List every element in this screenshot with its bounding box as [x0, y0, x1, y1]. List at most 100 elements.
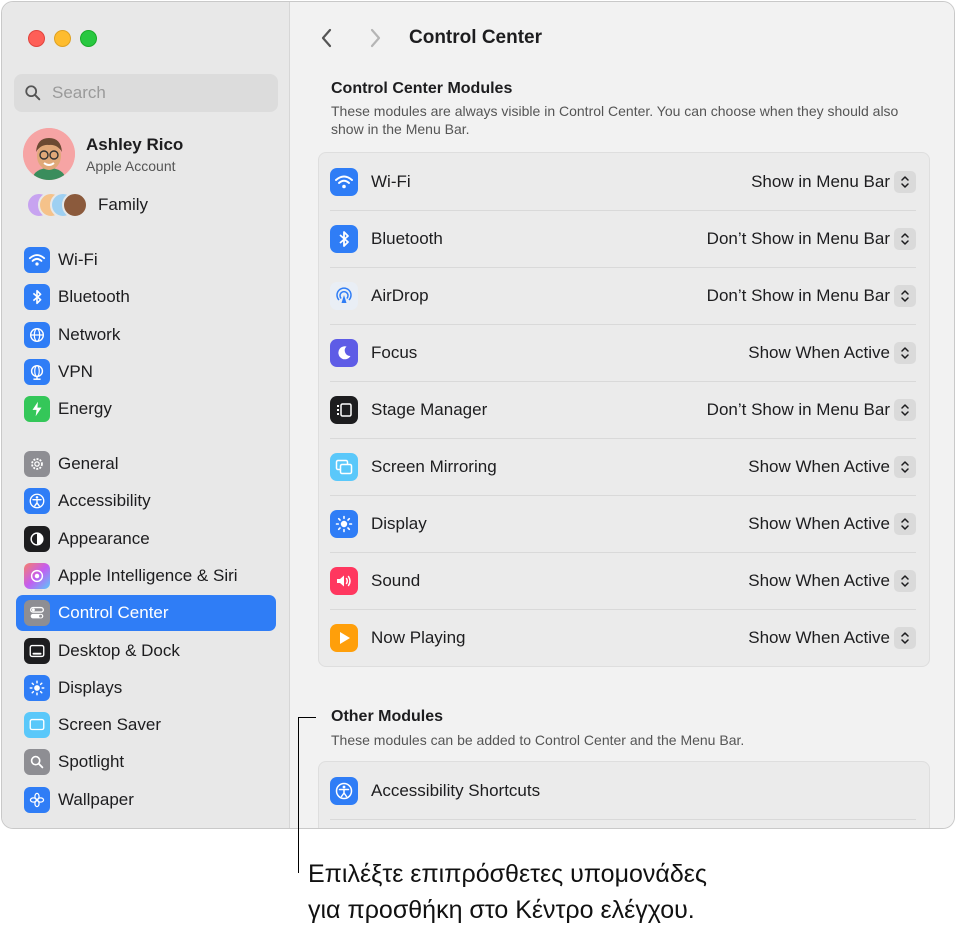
back-button[interactable]: [309, 20, 345, 56]
sidebar-item-bluetooth[interactable]: Bluetooth: [16, 279, 276, 315]
module-label: Bluetooth: [371, 228, 443, 248]
window-controls: [28, 30, 97, 47]
menu-bar-option-popup[interactable]: Show When Active: [748, 341, 916, 364]
module-label: Screen Mirroring: [371, 456, 497, 476]
siri-icon: [24, 563, 50, 589]
module-row-sound: Sound Show When Active: [330, 552, 916, 609]
menu-bar-option-popup[interactable]: Show When Active: [748, 626, 916, 649]
search-icon: [25, 85, 41, 101]
account-subtitle: Apple Account: [86, 157, 176, 174]
module-label: Stage Manager: [371, 399, 488, 419]
callout-leader-tick: [298, 717, 316, 718]
menu-bar-option-popup[interactable]: Show When Active: [748, 569, 916, 592]
section-title: Other Modules: [331, 708, 444, 725]
sidebar-item-label: Appearance: [58, 529, 150, 548]
sidebar-item-label: Desktop & Dock: [58, 641, 180, 660]
sidebar-item-label: Accessibility: [58, 491, 151, 510]
account-name: Ashley Rico: [86, 134, 184, 154]
sidebar-item-desktop-dock[interactable]: Desktop & Dock: [16, 633, 276, 669]
apple-account[interactable]: Ashley Rico Apple Account: [23, 128, 183, 180]
menu-bar-option-popup[interactable]: Show in Menu Bar: [751, 170, 916, 193]
sidebar-item-label: Apple Intelligence & Siri: [58, 566, 238, 585]
section-description: These modules can be added to Control Ce…: [331, 732, 745, 748]
module-row-wifi: Wi-Fi Show in Menu Bar: [330, 153, 916, 210]
search-field[interactable]: Search: [14, 74, 278, 112]
accessibility-icon: [24, 488, 50, 514]
menu-bar-option-value: Don’t Show in Menu Bar: [706, 285, 890, 305]
sidebar-item-label: General: [58, 454, 119, 473]
avatar: [23, 128, 75, 180]
menu-bar-option-value: Show When Active: [748, 570, 890, 590]
chevron-updown-icon: [894, 626, 916, 649]
module-row-bluetooth: Bluetooth Don’t Show in Menu Bar: [330, 210, 916, 267]
section-title: Control Center Modules: [331, 80, 513, 97]
bluetooth-icon: [330, 224, 358, 253]
dock-icon: [24, 638, 50, 664]
module-label: Sound: [371, 570, 421, 590]
sidebar-item-label: Displays: [58, 678, 123, 697]
sidebar-item-spotlight[interactable]: Spotlight: [16, 744, 276, 780]
menu-bar-option-value: Show in Menu Bar: [751, 171, 890, 191]
module-row-focus: Focus Show When Active: [330, 324, 916, 381]
family-label: Family: [98, 195, 149, 214]
sidebar-item-label: Energy: [58, 399, 112, 418]
airdrop-icon: [330, 281, 358, 310]
chevron-updown-icon: [894, 341, 916, 364]
accessibility-icon: [330, 776, 358, 805]
sidebar-item-apple-intelligence-siri[interactable]: Apple Intelligence & Siri: [16, 558, 276, 594]
zoom-window-button[interactable]: [80, 30, 97, 47]
sidebar-item-label: Bluetooth: [58, 287, 130, 306]
sun-icon: [330, 509, 358, 538]
forward-button[interactable]: [357, 20, 393, 56]
chevron-updown-icon: [894, 512, 916, 535]
chevron-updown-icon: [894, 569, 916, 592]
globe-icon: [24, 322, 50, 348]
chevron-updown-icon: [894, 398, 916, 421]
page-title: Control Center: [409, 27, 542, 48]
sidebar-item-displays[interactable]: Displays: [16, 670, 276, 706]
sun-icon: [24, 675, 50, 701]
search-placeholder: Search: [52, 83, 106, 102]
sidebar-item-wifi[interactable]: Wi-Fi: [16, 242, 276, 278]
sidebar-item-general[interactable]: General: [16, 446, 276, 482]
close-window-button[interactable]: [28, 30, 45, 47]
sidebar-item-appearance[interactable]: Appearance: [16, 521, 276, 557]
screensaver-icon: [24, 712, 50, 738]
chevron-updown-icon: [894, 227, 916, 250]
menu-bar-option-value: Show When Active: [748, 342, 890, 362]
menu-bar-option-popup[interactable]: Don’t Show in Menu Bar: [706, 227, 916, 250]
flower-icon: [24, 787, 50, 813]
sidebar-item-energy[interactable]: Energy: [16, 391, 276, 427]
menu-bar-option-value: Don’t Show in Menu Bar: [706, 228, 890, 248]
sidebar-item-network[interactable]: Network: [16, 317, 276, 353]
family-item[interactable]: Family: [26, 192, 148, 218]
sidebar-item-accessibility[interactable]: Accessibility: [16, 483, 276, 519]
moon-icon: [330, 338, 358, 367]
sidebar-item-control-center[interactable]: Control Center: [16, 595, 276, 631]
other-modules-list: Accessibility Shortcuts: [318, 761, 930, 828]
sidebar-item-wallpaper[interactable]: Wallpaper: [16, 782, 276, 818]
wifi-icon: [24, 247, 50, 273]
settings-window: Search Ashley Rico Apple Account Family …: [1, 1, 955, 829]
sidebar-item-label: Spotlight: [58, 752, 125, 771]
menu-bar-option-popup[interactable]: Don’t Show in Menu Bar: [706, 284, 916, 307]
menu-bar-option-value: Show When Active: [748, 456, 890, 476]
module-row-display: Display Show When Active: [330, 495, 916, 552]
minimize-window-button[interactable]: [54, 30, 71, 47]
module-label: Focus: [371, 342, 418, 362]
module-row-accessibility-shortcuts: Accessibility Shortcuts: [330, 762, 916, 819]
module-row-stage-manager: Stage Manager Don’t Show in Menu Bar: [330, 381, 916, 438]
callout-caption: Επιλέξτε επιπρόσθετες υπομονάδες για προ…: [308, 856, 707, 928]
sidebar-item-vpn[interactable]: VPN: [16, 354, 276, 390]
modules-list: Wi-Fi Show in Menu Bar Bluetooth Don’t S…: [318, 152, 930, 667]
sidebar-item-label: Control Center: [58, 603, 169, 622]
bluetooth-icon: [24, 284, 50, 310]
menu-bar-option-popup[interactable]: Show When Active: [748, 512, 916, 535]
appearance-icon: [24, 526, 50, 552]
module-row-screen-mirroring: Screen Mirroring Show When Active: [330, 438, 916, 495]
module-label: Display: [371, 513, 427, 533]
menu-bar-option-popup[interactable]: Show When Active: [748, 455, 916, 478]
module-row-now-playing: Now Playing Show When Active: [330, 609, 916, 666]
sidebar-item-screen-saver[interactable]: Screen Saver: [16, 707, 276, 743]
menu-bar-option-popup[interactable]: Don’t Show in Menu Bar: [707, 398, 916, 421]
